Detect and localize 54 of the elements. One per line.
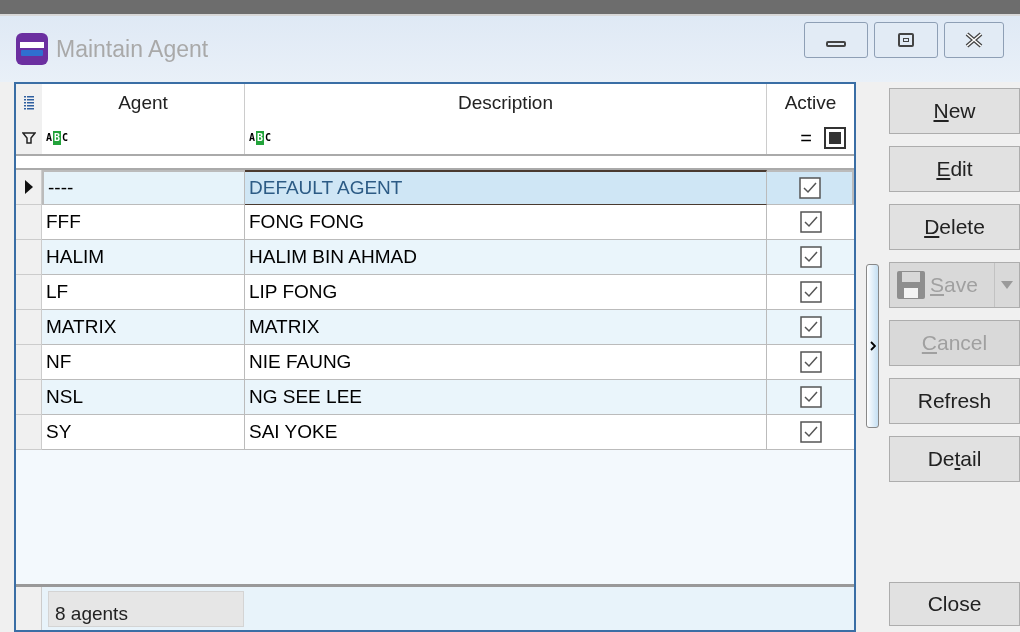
row-pointer-icon: [24, 180, 33, 194]
maximize-button[interactable]: [874, 22, 938, 58]
action-button[interactable]: New: [889, 88, 1020, 134]
minimize-button[interactable]: [804, 22, 868, 58]
table-row[interactable]: SY SAI YOKE: [16, 415, 854, 450]
chevron-right-icon: [869, 341, 876, 351]
record-count: 8 agents: [48, 591, 244, 627]
checkbox[interactable]: [799, 211, 822, 233]
checkbox[interactable]: [799, 281, 822, 303]
table-cell-text: ----: [48, 175, 74, 200]
table-cell-text: DEFAULT AGENT: [249, 175, 403, 200]
close-icon: [964, 32, 984, 48]
table-row[interactable]: HALIM HALIM BIN AHMAD: [16, 240, 854, 275]
checkbox[interactable]: [798, 177, 821, 199]
table-row[interactable]: NF NIE FAUNG: [16, 345, 854, 380]
table-cell-text: FFF: [46, 209, 81, 234]
table-cell-text: SAI YOKE: [249, 419, 338, 444]
action-button[interactable]: Detail: [889, 436, 1020, 482]
table-cell-text: NSL: [46, 384, 83, 409]
table-cell-text: FONG FONG: [249, 209, 365, 234]
save-label: Save: [930, 272, 978, 299]
filter-icon[interactable]: [22, 131, 36, 145]
table-cell-text: NG SEE LEE: [249, 384, 362, 409]
table-row[interactable]: FFF FONG FONG: [16, 205, 854, 240]
checkbox[interactable]: [799, 386, 822, 408]
table-row[interactable]: MATRIX MATRIX: [16, 310, 854, 345]
checkbox-filter-icon[interactable]: [824, 127, 846, 149]
window-title: Maintain Agent: [56, 34, 209, 64]
table-row[interactable]: ---- DEFAULT AGENT: [16, 170, 854, 205]
close-button[interactable]: Close: [889, 582, 1020, 626]
table-cell-text: NF: [46, 349, 72, 374]
close-window-button[interactable]: [944, 22, 1004, 58]
checkbox[interactable]: [799, 421, 822, 443]
table-cell-text: NIE FAUNG: [249, 349, 352, 374]
checkbox[interactable]: [799, 351, 822, 373]
table-cell-text: HALIM BIN AHMAD: [249, 244, 417, 269]
table-cell-text: MATRIX: [249, 314, 320, 339]
table-row[interactable]: LF LIP FONG: [16, 275, 854, 310]
equals-operator[interactable]: =: [800, 128, 812, 148]
table-cell-text: MATRIX: [46, 314, 117, 339]
table-cell-text: LIP FONG: [249, 279, 338, 304]
table-cell-text: HALIM: [46, 244, 105, 269]
table-cell-text: SY: [46, 419, 72, 444]
splitter-handle[interactable]: [866, 264, 879, 428]
column-header[interactable]: Active: [767, 84, 854, 122]
checkbox[interactable]: [799, 246, 822, 268]
table-row[interactable]: NSL NG SEE LEE: [16, 380, 854, 415]
table-cell-text: LF: [46, 279, 69, 304]
action-button[interactable]: Edit: [889, 146, 1020, 192]
app-logo-icon: [16, 33, 48, 65]
action-button[interactable]: Refresh: [889, 378, 1020, 424]
action-button[interactable]: Delete: [889, 204, 1020, 250]
checkbox[interactable]: [799, 316, 822, 338]
column-chooser-icon[interactable]: [24, 96, 34, 110]
